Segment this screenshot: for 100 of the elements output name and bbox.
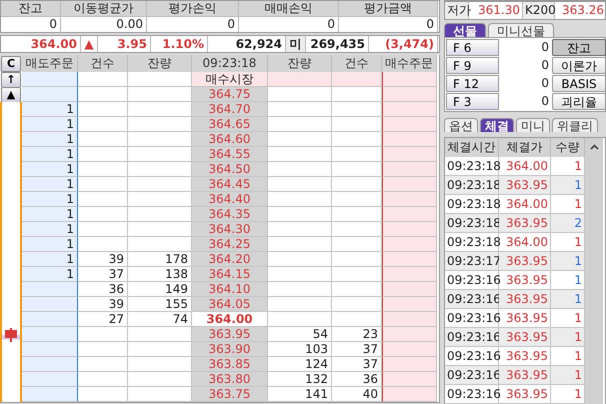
table-cell: 39 xyxy=(78,297,128,312)
view-button[interactable]: 괴리율 xyxy=(552,93,606,110)
arrow-button[interactable]: ↑ xyxy=(1,72,21,88)
table-cell[interactable] xyxy=(382,147,437,162)
contract-value: 0 xyxy=(540,57,550,74)
table-cell xyxy=(78,102,128,117)
table-cell xyxy=(268,147,332,162)
table-cell[interactable] xyxy=(22,387,78,402)
table-cell[interactable] xyxy=(382,282,437,297)
table-cell[interactable] xyxy=(382,267,437,282)
table-cell[interactable] xyxy=(382,162,437,177)
trade-price: 363.95 xyxy=(499,252,551,271)
table-cell[interactable]: 1 xyxy=(22,207,78,222)
table-cell[interactable]: 1 xyxy=(22,222,78,237)
table-cell xyxy=(268,207,332,222)
table-cell xyxy=(78,357,128,372)
table-cell[interactable] xyxy=(382,102,437,117)
table-cell[interactable] xyxy=(382,132,437,147)
table-cell[interactable]: 1 xyxy=(22,162,78,177)
table-cell[interactable]: 1 xyxy=(22,177,78,192)
table-cell[interactable] xyxy=(382,312,437,327)
table-cell[interactable] xyxy=(382,87,437,102)
table-cell[interactable]: 1 xyxy=(22,132,78,147)
clear-button[interactable]: C xyxy=(1,56,21,72)
table-cell[interactable] xyxy=(382,207,437,222)
table-cell[interactable]: 1 xyxy=(22,192,78,207)
table-cell[interactable] xyxy=(22,87,78,102)
table-cell: 0.00 xyxy=(61,16,147,32)
view-button[interactable]: BASIS xyxy=(552,75,606,92)
table-cell: 37 xyxy=(78,267,128,282)
contract-button[interactable]: F 9 xyxy=(446,57,499,74)
scroll-up-icon[interactable] xyxy=(590,144,598,150)
marker-cell[interactable] xyxy=(0,312,22,327)
table-cell[interactable] xyxy=(382,72,437,87)
table-cell[interactable] xyxy=(382,342,437,357)
table-cell[interactable] xyxy=(382,192,437,207)
marker-cell[interactable] xyxy=(0,342,22,357)
table-cell[interactable]: 1 xyxy=(22,147,78,162)
table-cell[interactable] xyxy=(22,342,78,357)
current-price: 364.00 xyxy=(1,36,81,52)
table-cell[interactable] xyxy=(22,282,78,297)
futures-tab[interactable]: 선물 xyxy=(444,23,486,37)
column-header: 매매손익 xyxy=(239,1,339,16)
table-cell[interactable] xyxy=(382,327,437,342)
column-header: 잔고 xyxy=(1,1,61,16)
table-cell[interactable]: 1 xyxy=(22,237,78,252)
table-cell: 103 xyxy=(268,342,332,357)
table-cell[interactable] xyxy=(22,312,78,327)
table-cell[interactable] xyxy=(382,252,437,267)
table-cell[interactable] xyxy=(382,372,437,387)
marker-cell[interactable] xyxy=(0,387,22,402)
table-cell xyxy=(78,177,128,192)
table-cell[interactable] xyxy=(22,357,78,372)
table-cell[interactable] xyxy=(22,297,78,312)
table-cell[interactable] xyxy=(382,222,437,237)
price-cell[interactable]: 364.00 xyxy=(192,312,268,327)
marker-cell[interactable] xyxy=(0,327,22,342)
table-cell: 27 xyxy=(78,312,128,327)
column-header: 잔량 xyxy=(268,55,332,72)
table-cell[interactable] xyxy=(382,357,437,372)
candlestick-icon xyxy=(4,328,18,342)
table-cell[interactable] xyxy=(382,117,437,132)
table-cell[interactable]: 1 xyxy=(22,267,78,282)
trade-tab[interactable]: 미니 xyxy=(516,118,550,132)
table-cell[interactable] xyxy=(22,327,78,342)
contract-button[interactable]: F 12 xyxy=(446,75,499,92)
market-order-cell[interactable]: 매수시장 xyxy=(192,72,268,87)
open-interest-change: (3,474) xyxy=(369,36,438,52)
table-cell[interactable] xyxy=(22,372,78,387)
trade-tab[interactable]: 체결 xyxy=(480,118,514,132)
open-interest: 269,435 xyxy=(306,36,369,52)
table-cell[interactable]: 1 xyxy=(22,252,78,267)
contract-button[interactable]: F 6 xyxy=(446,39,499,56)
table-cell[interactable]: 1 xyxy=(22,102,78,117)
marker-cell[interactable] xyxy=(0,102,22,117)
futures-tab[interactable]: 미니선물 xyxy=(488,23,554,37)
table-cell: 0 xyxy=(239,16,339,32)
trade-quantity: 1 xyxy=(551,366,585,385)
table-cell[interactable] xyxy=(382,387,437,402)
trade-price: 363.95 xyxy=(499,328,551,347)
table-cell[interactable]: 1 xyxy=(22,117,78,132)
table-cell[interactable] xyxy=(382,177,437,192)
trade-tab[interactable]: 옵션 xyxy=(444,118,478,132)
table-cell[interactable] xyxy=(22,72,78,87)
table-cell: 141 xyxy=(268,387,332,402)
table-cell xyxy=(268,87,332,102)
trade-tab[interactable]: 위클리 xyxy=(552,118,598,132)
table-cell xyxy=(78,72,128,87)
scrollbar[interactable] xyxy=(585,138,603,404)
arrow-button[interactable]: ▲ xyxy=(1,86,21,102)
trade-quantity: 1 xyxy=(551,252,585,271)
column-header: 체결가 xyxy=(499,138,551,157)
table-cell[interactable] xyxy=(382,297,437,312)
table-cell xyxy=(78,117,128,132)
contract-button[interactable]: F 3 xyxy=(446,93,499,110)
view-button[interactable]: 이론가 xyxy=(552,57,606,74)
table-cell[interactable] xyxy=(382,237,437,252)
view-button[interactable]: 잔고 xyxy=(552,39,606,56)
trade-time: 09:23:18 xyxy=(445,176,499,195)
trade-price: 363.95 xyxy=(499,385,551,404)
